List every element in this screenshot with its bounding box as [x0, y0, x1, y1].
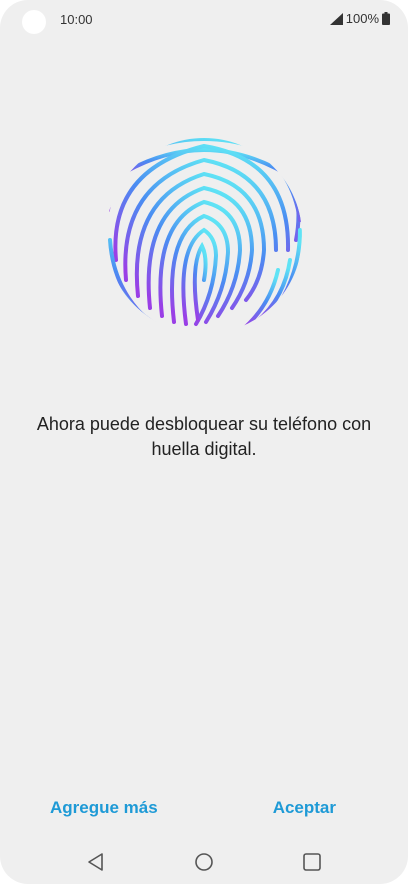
camera-cutout — [22, 10, 46, 34]
battery-icon — [382, 12, 390, 25]
navigation-bar — [0, 838, 408, 884]
fingerprint-icon — [104, 110, 304, 340]
recent-apps-icon[interactable] — [300, 850, 324, 874]
signal-icon — [329, 12, 343, 25]
battery-percentage: 100% — [345, 11, 379, 26]
home-icon[interactable] — [192, 850, 216, 874]
status-time: 10:00 — [60, 12, 93, 27]
back-icon[interactable] — [84, 850, 108, 874]
phone-screen: 10:00 100% Ahora puede desbloquear su te… — [0, 0, 408, 884]
add-more-button[interactable]: Agregue más — [50, 798, 158, 818]
status-indicators: 100% — [329, 11, 390, 26]
status-bar: 10:00 100% — [0, 0, 408, 40]
accept-button[interactable]: Aceptar — [273, 798, 336, 818]
confirmation-message: Ahora puede desbloquear su teléfono con … — [36, 414, 372, 459]
